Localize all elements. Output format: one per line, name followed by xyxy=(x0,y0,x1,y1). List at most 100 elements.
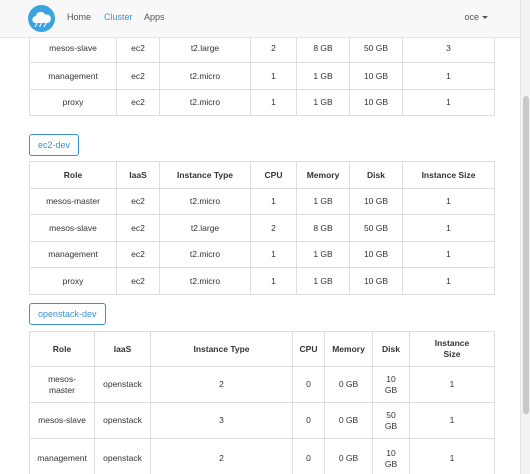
cell-cpu: 1 xyxy=(250,88,297,116)
cell-cpu: 2 xyxy=(250,214,297,242)
cell-disk: 10 GB xyxy=(349,88,403,116)
cell-memory: 1 GB xyxy=(296,62,350,90)
column-header-instance-size: Instance Size xyxy=(402,161,495,189)
table-row: management ec2 t2.micro 1 1 GB 10 GB 1 xyxy=(29,62,495,90)
cell-instance-size: 1 xyxy=(409,366,495,403)
cell-role: mesos-slave xyxy=(29,402,95,439)
cell-memory: 1 GB xyxy=(296,187,350,215)
cell-instance-size: 1 xyxy=(402,214,495,242)
cell-memory: 0 GB xyxy=(324,366,373,403)
column-header-instance-type: Instance Type xyxy=(159,161,251,189)
column-header-cpu: CPU xyxy=(250,161,297,189)
cell-cpu: 1 xyxy=(250,62,297,90)
cell-instance-type: t2.large xyxy=(159,214,251,242)
cell-memory: 0 GB xyxy=(324,438,373,474)
cell-iaas: openstack xyxy=(94,402,151,439)
cell-iaas: ec2 xyxy=(116,267,160,295)
column-header-role: Role xyxy=(29,161,117,189)
column-header-disk: Disk xyxy=(372,331,410,367)
cell-instance-size: 1 xyxy=(402,88,495,116)
table-header-row: Role IaaS Instance Type CPU Memory Disk … xyxy=(29,161,495,189)
cell-cpu: 1 xyxy=(250,240,297,268)
cell-role: proxy xyxy=(29,267,117,295)
column-header-instance-size: Instance Size xyxy=(409,331,495,367)
cell-disk: 10 GB xyxy=(349,267,403,295)
column-header-disk: Disk xyxy=(349,161,403,189)
cell-disk: 10 GB xyxy=(372,366,410,403)
table-header-row: Role IaaS Instance Type CPU Memory Disk … xyxy=(29,331,495,367)
cluster-table-openstack-dev: Role IaaS Instance Type CPU Memory Disk … xyxy=(29,331,495,474)
cell-disk: 10 GB xyxy=(349,240,403,268)
column-header-memory: Memory xyxy=(324,331,373,367)
cluster-button-ec2-dev[interactable]: ec2-dev xyxy=(29,134,80,156)
table-row: mesos-slave openstack 3 0 0 GB 50 GB 1 xyxy=(29,402,495,439)
nav-cluster-link[interactable]: Cluster xyxy=(104,12,133,22)
nav-home-link[interactable]: Home xyxy=(67,12,91,22)
table-row: mesos-master openstack 2 0 0 GB 10 GB 1 xyxy=(29,366,495,403)
cell-iaas: ec2 xyxy=(116,187,160,215)
cell-disk: 10 GB xyxy=(372,438,410,474)
table-row: proxy ec2 t2.micro 1 1 GB 10 GB 1 xyxy=(29,88,495,116)
user-name: oce xyxy=(464,12,479,22)
cell-role: mesos-master xyxy=(29,187,117,215)
cell-memory: 8 GB xyxy=(296,214,350,242)
cluster-button-openstack-dev[interactable]: openstack-dev xyxy=(29,303,106,325)
cluster-table-1: mesos-slave ec2 t2.large 2 8 GB 50 GB 3 … xyxy=(29,32,495,116)
caret-down-icon xyxy=(482,16,488,20)
cell-iaas: ec2 xyxy=(116,240,160,268)
cell-cpu: 0 xyxy=(292,402,325,439)
table-row: management ec2 t2.micro 1 1 GB 10 GB 1 xyxy=(29,240,495,268)
table-row: management openstack 2 0 0 GB 10 GB 1 xyxy=(29,438,495,474)
nav-apps-link[interactable]: Apps xyxy=(144,12,165,22)
column-header-role: Role xyxy=(29,331,95,367)
cluster-table-ec2-dev: Role IaaS Instance Type CPU Memory Disk … xyxy=(29,161,495,295)
cell-instance-size: 1 xyxy=(402,62,495,90)
column-header-iaas: IaaS xyxy=(94,331,151,367)
cell-role: mesos-slave xyxy=(29,214,117,242)
column-header-memory: Memory xyxy=(296,161,350,189)
cell-instance-type: 2 xyxy=(150,438,293,474)
cell-cpu: 0 xyxy=(292,438,325,474)
cell-iaas: ec2 xyxy=(116,62,160,90)
cell-role: mesos-master xyxy=(29,366,95,403)
cell-disk: 10 GB xyxy=(349,187,403,215)
cell-memory: 1 GB xyxy=(296,88,350,116)
table-row: mesos-slave ec2 t2.large 2 8 GB 50 GB 1 xyxy=(29,214,495,242)
vertical-scrollbar[interactable] xyxy=(520,0,530,474)
cell-instance-type: t2.micro xyxy=(159,62,251,90)
cell-memory: 1 GB xyxy=(296,240,350,268)
cell-cpu: 1 xyxy=(250,267,297,295)
cell-disk: 50 GB xyxy=(372,402,410,439)
cell-instance-type: 3 xyxy=(150,402,293,439)
scrollbar-thumb[interactable] xyxy=(523,96,529,414)
cell-memory: 1 GB xyxy=(296,267,350,295)
cell-instance-size: 1 xyxy=(409,438,495,474)
cell-instance-type: t2.micro xyxy=(159,187,251,215)
cell-role: management xyxy=(29,438,95,474)
cell-memory: 0 GB xyxy=(324,402,373,439)
table-row: mesos-master ec2 t2.micro 1 1 GB 10 GB 1 xyxy=(29,187,495,215)
cell-instance-type: t2.micro xyxy=(159,267,251,295)
cell-cpu: 0 xyxy=(292,366,325,403)
column-header-instance-type: Instance Type xyxy=(150,331,293,367)
navbar: Home Cluster Apps oce xyxy=(0,0,520,38)
cell-role: management xyxy=(29,62,117,90)
cell-iaas: openstack xyxy=(94,366,151,403)
cell-iaas: openstack xyxy=(94,438,151,474)
cell-instance-type: 2 xyxy=(150,366,293,403)
cell-instance-size: 1 xyxy=(409,402,495,439)
cell-iaas: ec2 xyxy=(116,88,160,116)
cell-cpu: 1 xyxy=(250,187,297,215)
table-row: proxy ec2 t2.micro 1 1 GB 10 GB 1 xyxy=(29,267,495,295)
cell-instance-size: 1 xyxy=(402,240,495,268)
cell-instance-type: t2.micro xyxy=(159,240,251,268)
cell-disk: 10 GB xyxy=(349,62,403,90)
cell-instance-size: 1 xyxy=(402,187,495,215)
cell-instance-type: t2.micro xyxy=(159,88,251,116)
cell-instance-size: 1 xyxy=(402,267,495,295)
user-menu-dropdown[interactable]: oce xyxy=(464,12,488,22)
column-header-cpu: CPU xyxy=(292,331,325,367)
column-header-iaas: IaaS xyxy=(116,161,160,189)
cloud-logo-icon[interactable] xyxy=(28,5,55,32)
cell-iaas: ec2 xyxy=(116,214,160,242)
